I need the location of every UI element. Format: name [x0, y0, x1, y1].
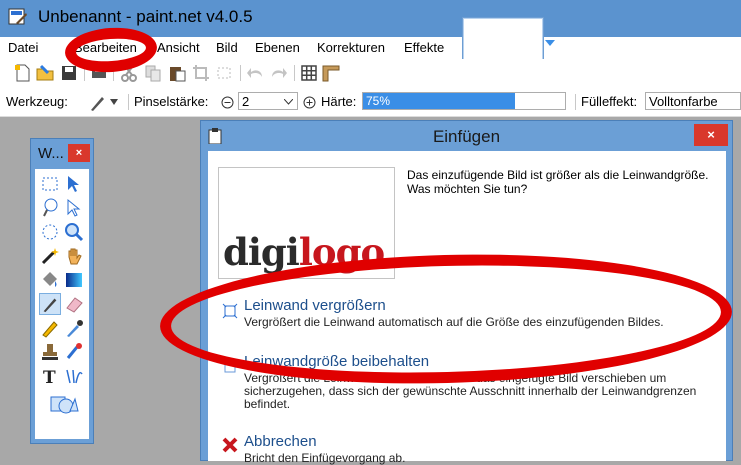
logo-part1: digi: [223, 230, 300, 274]
menu-effekte[interactable]: Effekte: [404, 40, 444, 55]
chevron-down-icon[interactable]: [544, 38, 556, 48]
ellipse-select-icon[interactable]: [39, 221, 61, 243]
grid-icon[interactable]: [300, 64, 318, 82]
text-tool-icon[interactable]: T: [39, 365, 61, 387]
copy-icon[interactable]: [144, 64, 162, 82]
clone-stamp-icon[interactable]: [39, 341, 61, 363]
menu-ansicht[interactable]: Ansicht: [157, 40, 200, 55]
hardness-slider[interactable]: 75%: [362, 92, 566, 110]
option-cancel[interactable]: Abbrechen Bricht den Einfügevorgang ab.: [216, 433, 718, 465]
tool-options-bar: Werkzeug: Pinselstärke: 2 Härte: 75% Fül…: [0, 88, 741, 117]
open-folder-icon[interactable]: [36, 64, 54, 82]
fill-value: Volltonfarbe: [649, 94, 718, 109]
window-title: Unbenannt - paint.net v4.0.5: [38, 7, 253, 26]
brush-size-label: Pinselstärke:: [134, 94, 209, 109]
gradient-icon[interactable]: [63, 269, 85, 291]
hardness-value: 75%: [366, 94, 391, 108]
paintbrush-icon[interactable]: [88, 94, 106, 112]
toolbar-divider: [240, 65, 241, 81]
chevron-down-icon[interactable]: [110, 99, 118, 105]
zoom-icon[interactable]: [63, 221, 85, 243]
hardness-label: Härte:: [321, 94, 357, 109]
toolbar-divider: [294, 65, 295, 81]
tools-window-close-button[interactable]: ×: [68, 144, 90, 162]
tools-window-title: W...: [38, 145, 64, 162]
tools-window: W... × T: [30, 138, 94, 444]
fill-label: Fülleffekt:: [581, 94, 638, 109]
tools-panel: T: [35, 169, 89, 439]
crop-icon[interactable]: [192, 64, 210, 82]
tool-label: Werkzeug:: [6, 94, 68, 109]
brush-size-value: 2: [242, 94, 250, 109]
menu-korrekturen[interactable]: Korrekturen: [317, 40, 385, 55]
toolbar-divider: [128, 94, 129, 110]
option-title: Abbrechen: [244, 433, 317, 450]
move-selected-icon[interactable]: [63, 173, 85, 195]
question-line-2: Was möchten Sie tun?: [407, 182, 528, 196]
minus-icon[interactable]: [221, 96, 234, 109]
lasso-select-icon[interactable]: [39, 197, 61, 219]
menu-ebenen[interactable]: Ebenen: [255, 40, 300, 55]
rectangle-select-icon[interactable]: [39, 173, 61, 195]
brush-size-select[interactable]: 2: [238, 92, 298, 110]
pan-hand-icon[interactable]: [63, 245, 85, 267]
fill-select[interactable]: Volltonfarbe: [645, 92, 741, 110]
deselect-icon[interactable]: [216, 64, 234, 82]
paint-bucket-icon[interactable]: [39, 269, 61, 291]
undo-icon[interactable]: [246, 64, 264, 82]
eraser-icon[interactable]: [63, 293, 85, 315]
dialog-question: Das einzufügende Bild ist größer als die…: [407, 168, 719, 196]
svg-text:T: T: [43, 368, 56, 387]
dialog-title: Einfügen: [432, 127, 501, 146]
pencil-icon[interactable]: [39, 317, 61, 339]
ruler-icon[interactable]: [322, 64, 340, 82]
shapes-icon[interactable]: [49, 391, 79, 415]
recolor-icon[interactable]: [63, 341, 85, 363]
new-file-icon[interactable]: [14, 64, 32, 82]
line-curve-icon[interactable]: [63, 365, 85, 387]
dialog-close-button[interactable]: ×: [694, 124, 728, 146]
move-selection-icon[interactable]: [63, 197, 85, 219]
toolbar-divider: [575, 94, 576, 110]
plus-icon[interactable]: [303, 96, 316, 109]
magic-wand-icon[interactable]: [39, 245, 61, 267]
question-line-1: Das einzufügende Bild ist größer als die…: [407, 168, 709, 182]
redo-icon[interactable]: [270, 64, 288, 82]
color-picker-icon[interactable]: [63, 317, 85, 339]
menu-bild[interactable]: Bild: [216, 40, 238, 55]
paintnet-icon: [8, 8, 27, 25]
chevron-down-icon: [284, 99, 293, 105]
cancel-x-icon: [222, 437, 238, 453]
paintbrush-tool-icon[interactable]: [39, 293, 61, 315]
save-icon[interactable]: [60, 64, 78, 82]
paste-icon[interactable]: [168, 64, 186, 82]
menu-datei[interactable]: Datei: [8, 40, 38, 55]
